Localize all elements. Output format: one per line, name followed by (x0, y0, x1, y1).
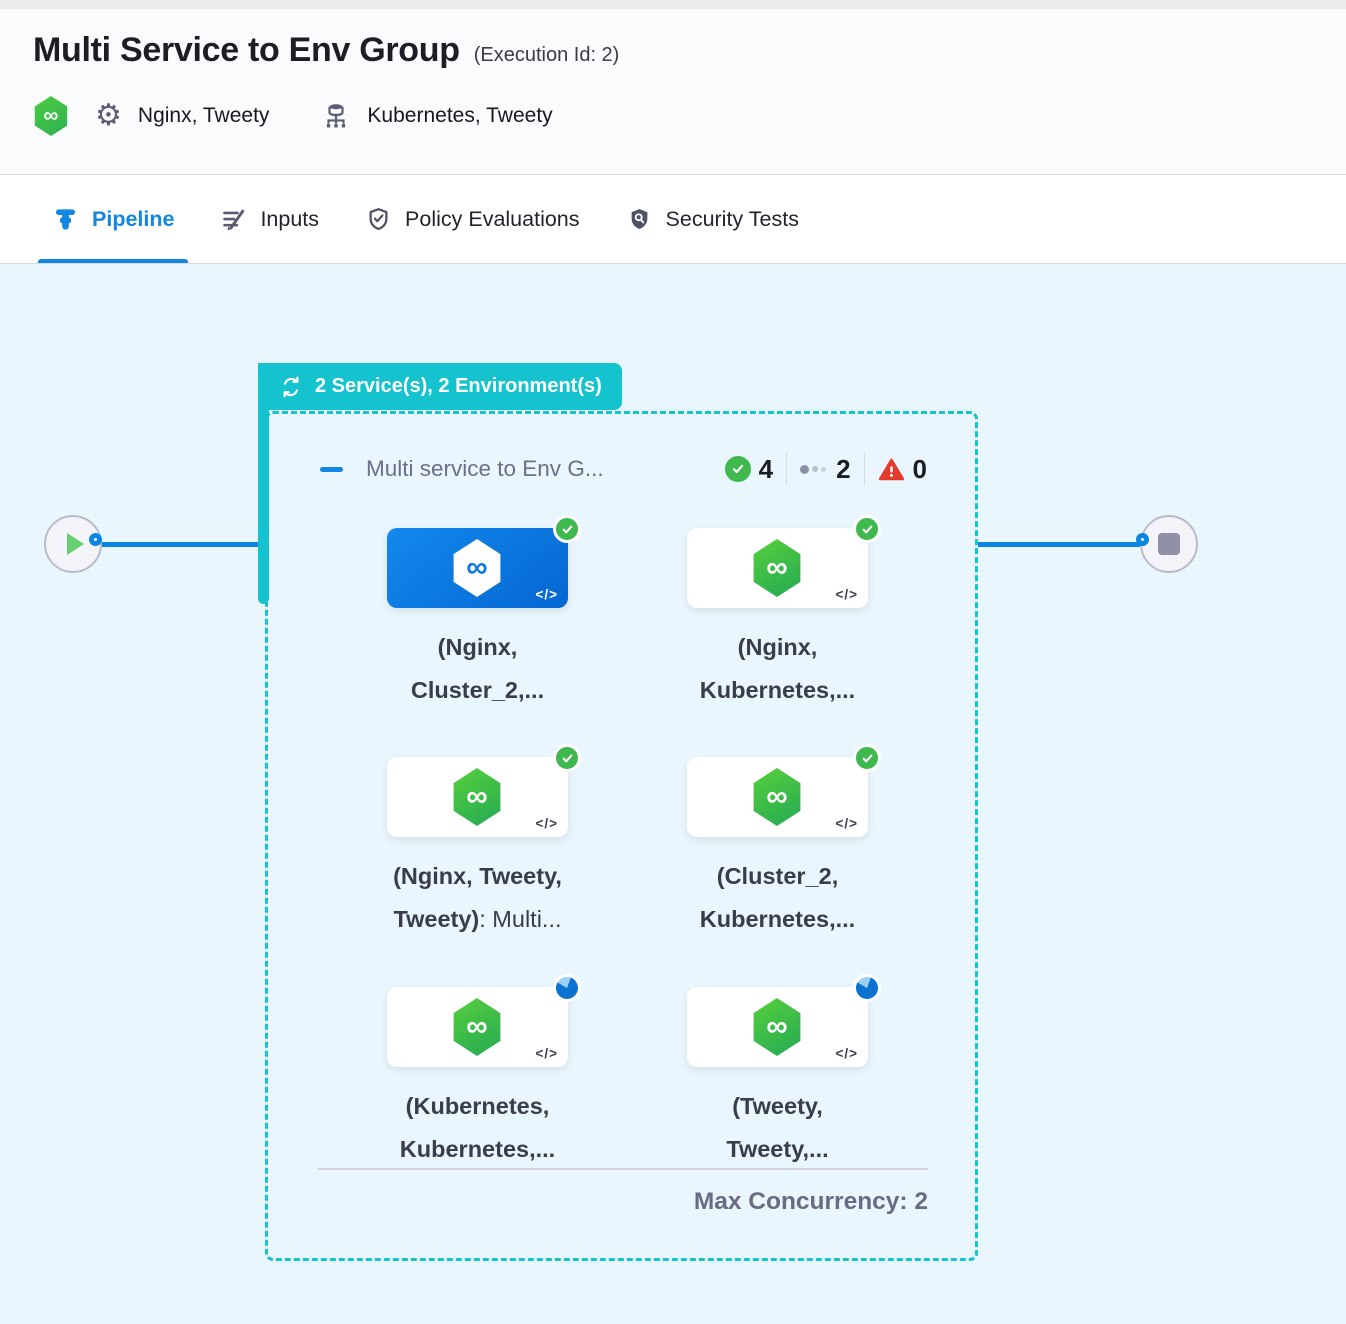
pipeline-node-card[interactable]: ∞ </> (687, 987, 868, 1067)
pipeline-node-card[interactable]: ∞ </> (387, 987, 568, 1067)
tab-pipeline[interactable]: Pipeline (38, 175, 188, 263)
tab-bar: Pipeline Inputs Policy Evaluations (0, 175, 1346, 264)
stage-header: Multi service to Env G... 4 2 (320, 450, 927, 488)
harness-step-icon: ∞ (451, 768, 503, 826)
pipeline-node-card[interactable]: ∞ </> (687, 528, 868, 608)
code-icon: </> (835, 1046, 858, 1061)
top-strip (0, 0, 1346, 9)
node-status-badge (853, 515, 881, 543)
environments-list: Kubernetes, Tweety (367, 104, 552, 128)
tab-inputs[interactable]: Inputs (206, 175, 333, 263)
environments-icon (321, 101, 351, 131)
success-check-icon (725, 456, 751, 482)
tab-label: Policy Evaluations (405, 207, 579, 232)
running-count: 2 (800, 454, 850, 485)
policy-shield-check-icon (365, 206, 392, 233)
stage-group-container[interactable]: Multi service to Env G... 4 2 (265, 411, 978, 1261)
harness-step-icon: ∞ (751, 768, 803, 826)
execution-id: (Execution Id: 2) (474, 44, 620, 67)
count-divider (864, 453, 865, 485)
node-label: (Tweety, Tweety,... (593, 1085, 963, 1171)
harness-step-icon: ∞ (451, 998, 503, 1056)
stage-footer-divider (318, 1168, 928, 1170)
pipeline-node-card[interactable]: ∞ </> (387, 528, 568, 608)
pipeline-node: ∞ </> (Cluster_2, Kubernetes,... (687, 757, 868, 837)
inputs-icon (220, 206, 247, 233)
code-icon: </> (535, 587, 558, 602)
play-icon (67, 533, 84, 555)
pipeline-node: ∞ </> (Nginx, Tweety, Tweety): Multi... (387, 757, 568, 837)
harness-step-icon: ∞ (751, 539, 803, 597)
stage-title: Multi service to Env G... (366, 456, 725, 482)
security-shield-scan-icon (626, 206, 653, 233)
code-icon: </> (835, 816, 858, 831)
pipeline-node: ∞ </> (Nginx, Kubernetes,... (687, 528, 868, 608)
header: Multi Service to Env Group (Execution Id… (0, 9, 1346, 175)
warning-triangle-icon (878, 456, 905, 483)
failed-count-value: 0 (913, 454, 927, 485)
execution-page: Multi Service to Env Group (Execution Id… (0, 0, 1346, 1324)
running-dots-icon (800, 465, 826, 474)
pipeline-node: ∞ </> (Kubernetes, Kubernetes,... (387, 987, 568, 1067)
harness-step-icon: ∞ (751, 998, 803, 1056)
loop-icon (278, 374, 304, 400)
max-concurrency-label: Max Concurrency: 2 (694, 1188, 928, 1216)
services-list: Nginx, Tweety (138, 104, 270, 128)
pipeline-node: ∞ </> (Tweety, Tweety,... (687, 987, 868, 1067)
pipeline-node: ∞ </> (Nginx, Cluster_2,... (387, 528, 568, 608)
success-count-value: 4 (759, 454, 773, 485)
infinity-glyph: ∞ (44, 104, 59, 128)
pipeline-canvas[interactable]: 2 Service(s), 2 Environment(s) Multi ser… (0, 264, 1346, 1324)
failed-count: 0 (878, 454, 927, 485)
tab-security-tests[interactable]: Security Tests (612, 175, 813, 263)
tab-label: Pipeline (92, 207, 174, 232)
page-title: Multi Service to Env Group (33, 31, 460, 70)
pipeline-node-card[interactable]: ∞ </> (387, 757, 568, 837)
node-label: (Nginx, Kubernetes,... (593, 626, 963, 712)
code-icon: </> (835, 587, 858, 602)
title-row: Multi Service to Env Group (Execution Id… (0, 9, 1346, 70)
stop-icon (1158, 533, 1180, 555)
end-node[interactable] (1140, 515, 1198, 573)
node-status-badge (853, 744, 881, 772)
success-count: 4 (725, 454, 773, 485)
collapse-stage-button[interactable] (320, 467, 343, 472)
pipeline-icon (52, 206, 79, 233)
end-connector-dot (1136, 533, 1149, 546)
edge-stage-to-end (978, 542, 1141, 547)
loop-stage-badge[interactable]: 2 Service(s), 2 Environment(s) (258, 363, 622, 410)
edge-start-to-stage (100, 542, 262, 547)
code-icon: </> (535, 816, 558, 831)
node-status-badge (553, 974, 581, 1002)
services-gear-icon: ⚙ (95, 101, 122, 131)
tab-label: Security Tests (666, 207, 799, 232)
node-status-badge (853, 974, 881, 1002)
harness-service-icon: ∞ (33, 96, 69, 136)
stage-status-counts: 4 2 0 (725, 453, 927, 485)
loop-stage-badge-label: 2 Service(s), 2 Environment(s) (315, 375, 602, 398)
tab-policy-evaluations[interactable]: Policy Evaluations (351, 175, 593, 263)
running-count-value: 2 (836, 454, 850, 485)
node-status-badge (553, 744, 581, 772)
tab-label: Inputs (260, 207, 319, 232)
node-status-badge (553, 515, 581, 543)
pipeline-node-card[interactable]: ∞ </> (687, 757, 868, 837)
start-connector-dot (89, 533, 102, 546)
count-divider (786, 453, 787, 485)
node-label: (Cluster_2, Kubernetes,... (593, 855, 963, 941)
code-icon: </> (535, 1046, 558, 1061)
meta-row: ∞ ⚙ Nginx, Tweety Kubernetes, Tweety (33, 96, 1346, 136)
harness-step-icon: ∞ (451, 539, 503, 597)
